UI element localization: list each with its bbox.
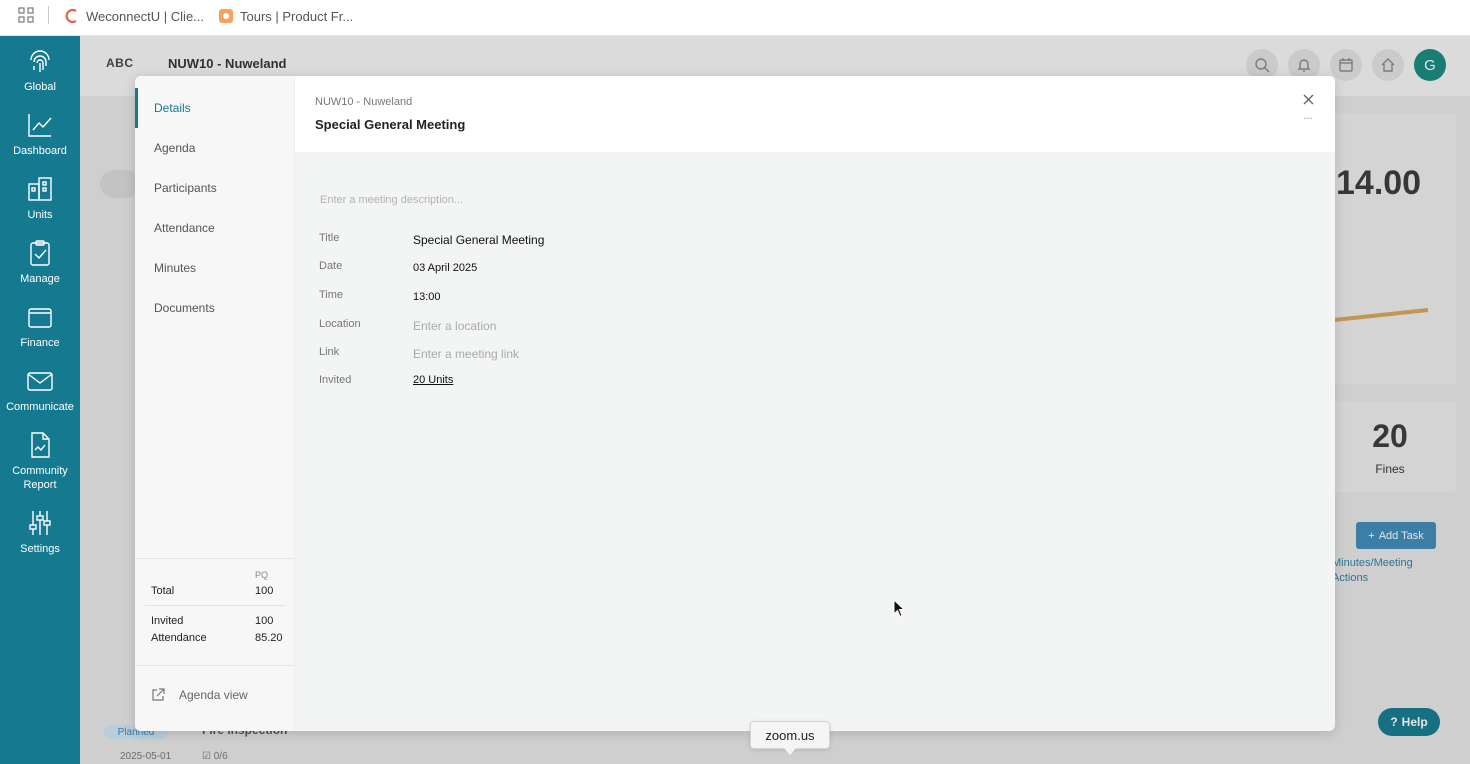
attendance-value: 85.20 [255, 632, 283, 644]
envelope-icon [27, 372, 53, 391]
weconnectu-logo-icon [64, 8, 80, 24]
total-value: 100 [255, 585, 274, 597]
time-field[interactable]: 13:00 [413, 291, 441, 303]
invited-value: 100 [255, 615, 274, 627]
attendance-label: Attendance [151, 632, 207, 644]
bookmark-tours[interactable]: Tours | Product Fr... [218, 6, 353, 26]
total-label: Total [151, 585, 175, 597]
sidebar-item-community-report[interactable]: Community Report [0, 430, 80, 492]
tab-details[interactable]: Details [135, 88, 295, 128]
stats-divider [145, 605, 285, 606]
sidebar-label: Communicate [6, 401, 74, 413]
chart-line-icon [28, 114, 52, 137]
sidebar-label: Settings [20, 543, 60, 555]
sidebar-label: Manage [20, 273, 60, 285]
sidebar-label: Dashboard [13, 145, 67, 157]
sidebar-label: Units [27, 209, 53, 221]
invited-units-link[interactable]: 20 Units [413, 374, 453, 386]
tab-agenda[interactable]: Agenda [135, 128, 295, 168]
sidebar-item-global[interactable]: Global [0, 46, 80, 94]
description-input[interactable]: Enter a meeting description... [320, 194, 463, 206]
fingerprint-icon [30, 50, 50, 72]
time-field-label: Time [319, 289, 344, 301]
title-field[interactable]: Special General Meeting [413, 233, 544, 247]
more-options-button[interactable]: ... [1298, 111, 1318, 126]
bookmark-label: WeconnectU | Clie... [86, 8, 205, 24]
sidebar-item-communicate[interactable]: Communicate [0, 366, 80, 414]
breadcrumb: NUW10 - Nuweland [315, 96, 413, 108]
date-field[interactable]: 03 April 2025 [413, 262, 477, 274]
location-input[interactable]: Enter a location [413, 319, 496, 333]
modal-content: NUW10 - Nuweland Special General Meeting… [295, 76, 1335, 731]
modal-header: NUW10 - Nuweland Special General Meeting… [295, 76, 1335, 152]
pq-column-header: PQ [255, 570, 269, 580]
close-button[interactable] [1298, 89, 1318, 109]
nav-divider [135, 665, 295, 666]
browser-bookmarks-bar: WeconnectU | Clie... Tours | Product Fr.… [0, 0, 1470, 36]
agenda-view-label: Agenda view [179, 688, 248, 702]
sidebar-item-dashboard[interactable]: Dashboard [0, 110, 80, 158]
tab-attendance[interactable]: Attendance [135, 208, 295, 248]
meeting-modal: Details Agenda Participants Attendance M… [135, 76, 1335, 731]
tooltip-arrow [784, 748, 796, 755]
location-field-label: Location [319, 318, 361, 330]
invited-label: Invited [151, 615, 184, 627]
modal-title: Special General Meeting [315, 117, 466, 132]
sidebar-item-finance[interactable]: Finance [0, 302, 80, 350]
title-field-label: Title [319, 232, 340, 244]
zoom-tooltip: zoom.us [750, 721, 830, 749]
bookmark-label: Tours | Product Fr... [240, 8, 354, 24]
report-document-icon [31, 432, 50, 458]
bookmarks-divider [48, 6, 49, 24]
meeting-link-input[interactable]: Enter a meeting link [413, 347, 519, 361]
bookmark-weconnectu[interactable]: WeconnectU | Clie... [64, 6, 204, 26]
attendance-stats: PQ Total 100 Invited 100 Attendance 85.2… [135, 558, 295, 644]
sidebar-label: Finance [20, 337, 60, 349]
sidebar-item-settings[interactable]: Settings [0, 508, 80, 556]
mouse-cursor-icon [893, 599, 906, 618]
sidebar-label: Global [24, 81, 56, 93]
sliders-icon [29, 511, 51, 535]
tab-documents[interactable]: Documents [135, 288, 295, 328]
close-icon [1303, 94, 1313, 104]
modal-sidebar: Details Agenda Participants Attendance M… [135, 76, 295, 731]
date-field-label: Date [319, 260, 343, 272]
sidebar-item-manage[interactable]: Manage [0, 238, 80, 286]
sidebar-label: Community Report [12, 465, 68, 491]
wallet-icon [28, 308, 52, 328]
app-sidebar: Global Dashboard Units Manage Finance Co… [0, 36, 80, 764]
tab-participants[interactable]: Participants [135, 168, 295, 208]
apps-grid-icon[interactable] [18, 7, 34, 23]
building-icon [28, 177, 52, 201]
agenda-view-link[interactable]: Agenda view [151, 688, 248, 702]
external-link-icon [152, 688, 165, 701]
tab-minutes[interactable]: Minutes [135, 248, 295, 288]
sidebar-item-units[interactable]: Units [0, 174, 80, 222]
invited-field-label: Invited [319, 374, 352, 386]
link-field-label: Link [319, 346, 340, 358]
tours-logo-icon [218, 8, 234, 24]
clipboard-check-icon [30, 240, 50, 266]
